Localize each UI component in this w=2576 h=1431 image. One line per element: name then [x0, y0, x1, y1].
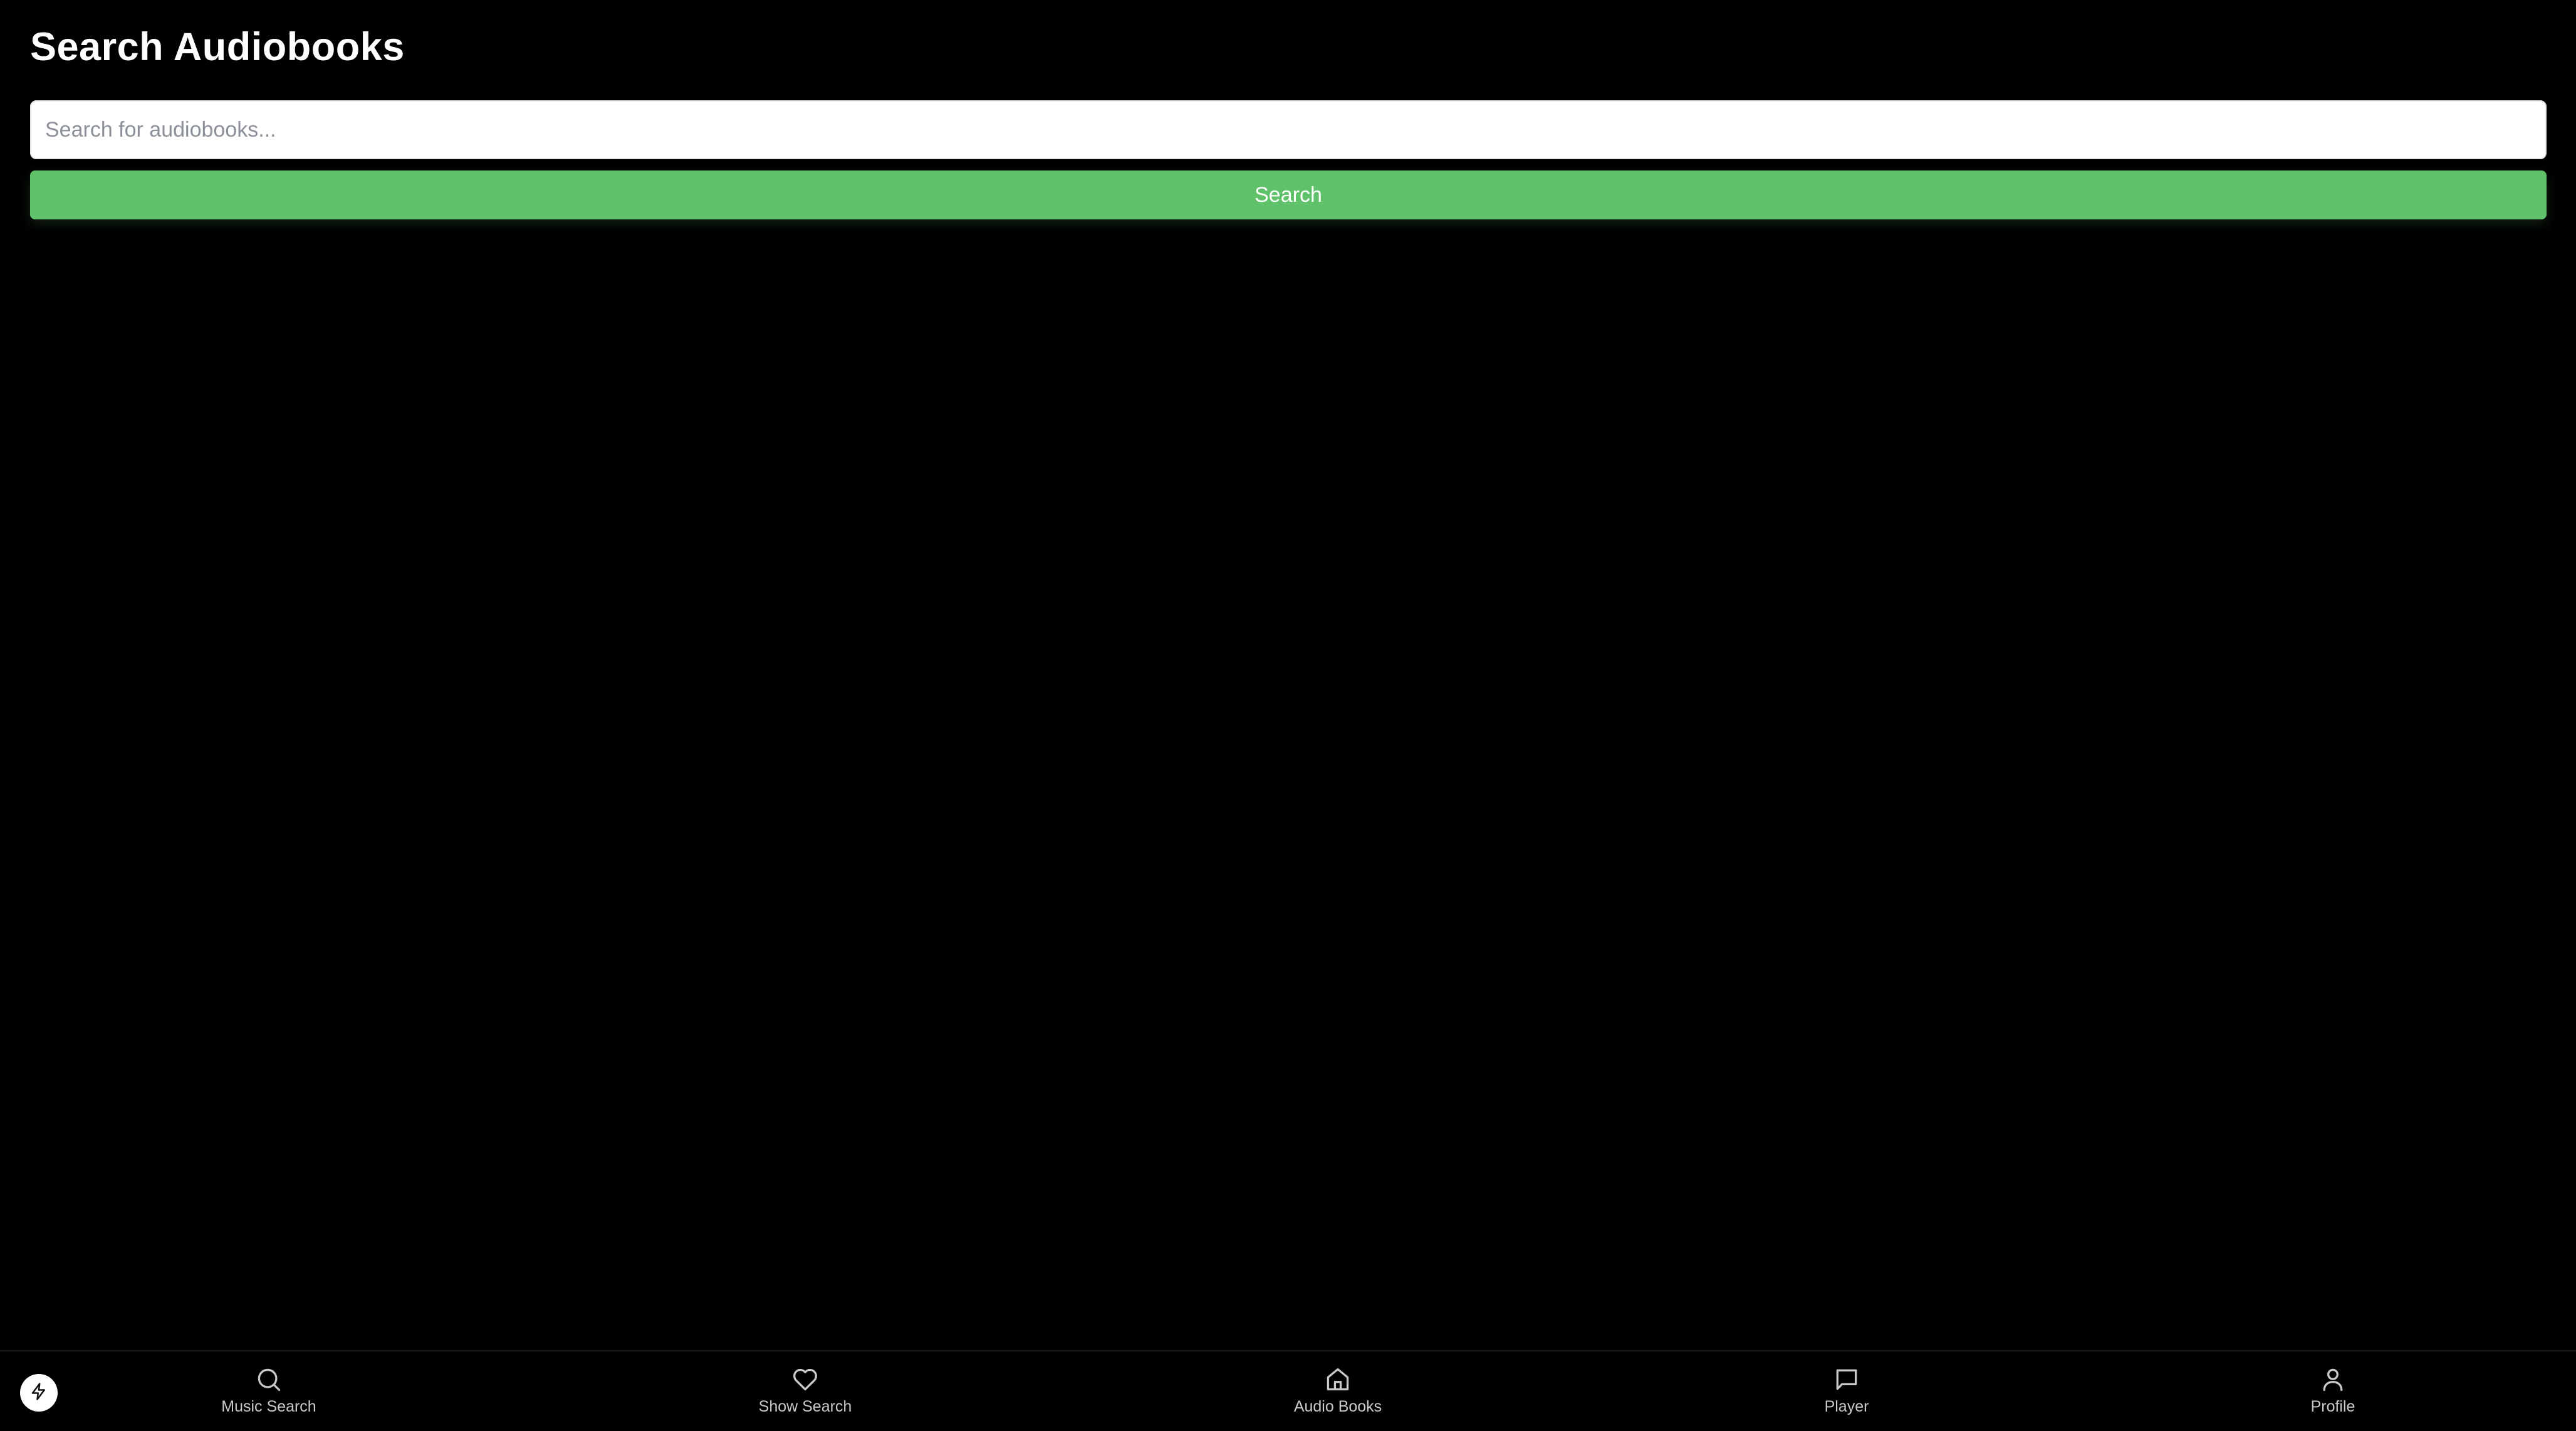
nav-label-audio-books: Audio Books: [1293, 1398, 1382, 1415]
search-icon: [253, 1364, 284, 1395]
page-title: Search Audiobooks: [30, 25, 405, 69]
quick-action-button[interactable]: [20, 1374, 58, 1412]
nav-label-show-search: Show Search: [758, 1398, 852, 1415]
nav-label-music-search: Music Search: [221, 1398, 316, 1415]
nav-item-player[interactable]: Player: [1753, 1364, 1941, 1427]
nav-label-profile: Profile: [2310, 1398, 2355, 1415]
nav-label-player: Player: [1824, 1398, 1869, 1415]
bottom-navigation: Music Search Show Search Audio Books Pla…: [0, 1350, 2576, 1431]
search-button[interactable]: Search: [30, 170, 2547, 219]
home-icon: [1322, 1364, 1353, 1395]
message-icon: [1831, 1364, 1862, 1395]
heart-icon: [790, 1364, 821, 1395]
bolt-icon: [29, 1382, 48, 1404]
search-input[interactable]: [30, 100, 2547, 159]
app-screen: Search Audiobooks Search Music Search: [0, 0, 2576, 1431]
nav-item-music-search[interactable]: Music Search: [175, 1364, 363, 1427]
user-icon: [2317, 1364, 2349, 1395]
nav-item-audio-books[interactable]: Audio Books: [1244, 1364, 1432, 1427]
nav-item-show-search[interactable]: Show Search: [711, 1364, 899, 1427]
nav-item-profile[interactable]: Profile: [2239, 1364, 2427, 1427]
